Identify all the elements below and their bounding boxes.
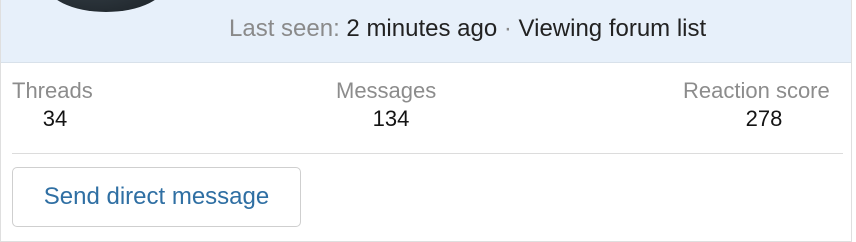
stat-threads-value: 34 — [42, 106, 68, 131]
send-direct-message-button[interactable]: Send direct message — [12, 167, 301, 227]
activity-status: Viewing forum list — [518, 15, 707, 42]
stat-messages: Messages 134 — [336, 77, 446, 133]
stat-messages-label: Messages — [336, 78, 437, 103]
member-tooltip-card: Last seen: 2 minutes ago · Viewing forum… — [0, 0, 852, 242]
stat-messages-value: 134 — [372, 106, 410, 131]
avatar[interactable] — [45, 0, 167, 12]
stat-threads-label: Threads — [12, 78, 93, 103]
stat-threads: Threads 34 — [12, 77, 98, 133]
divider — [12, 153, 843, 154]
last-seen-line: Last seen: 2 minutes ago · Viewing forum… — [229, 14, 706, 44]
last-seen-label: Last seen: — [229, 15, 340, 42]
stat-reaction-score-label: Reaction score — [683, 78, 830, 103]
member-header: Last seen: 2 minutes ago · Viewing forum… — [1, 0, 851, 63]
stat-reaction-score: Reaction score 278 — [683, 77, 845, 133]
separator: · — [503, 15, 512, 42]
member-stats: Threads 34 Messages 134 Reaction score 2… — [1, 63, 851, 155]
last-seen-value: 2 minutes ago — [346, 15, 498, 42]
stat-reaction-score-value: 278 — [745, 106, 783, 131]
